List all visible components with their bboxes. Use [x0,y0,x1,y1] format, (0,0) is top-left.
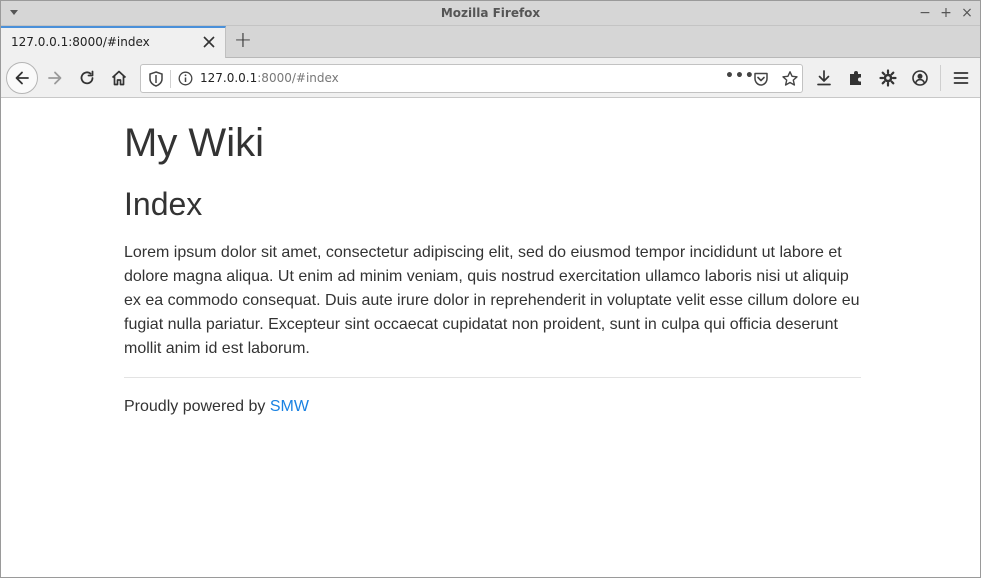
close-window-button[interactable]: × [958,4,976,22]
window-title: Mozilla Firefox [440,6,541,20]
info-icon[interactable] [178,71,193,90]
gear-icon [879,69,897,87]
reload-icon [80,70,94,85]
tab-label: 127.0.0.1:8000/#index [11,35,150,49]
tab-strip: 127.0.0.1:8000/#index + [1,26,980,58]
maximize-button[interactable]: + [937,4,955,22]
minimize-button[interactable]: − [916,4,934,22]
content-divider [124,377,861,378]
page-footer: Proudly powered by SMW [124,397,309,417]
extensions-button[interactable] [846,67,866,89]
hamburger-menu-icon [953,72,969,84]
page-heading: Index [124,186,203,222]
smw-link[interactable]: SMW [270,398,309,415]
page-body-text: Lorem ipsum dolor sit amet, consectetur … [124,244,860,357]
footer-text: Proudly powered by [124,398,270,415]
site-title: My Wiki [124,121,264,165]
more-dots-icon[interactable]: ••• [725,68,755,84]
browser-window: Mozilla Firefox − + × 127.0.0.1:8000/#in… [0,0,981,578]
account-button[interactable] [910,67,930,89]
page-viewport: My Wiki Index Lorem ipsum dolor sit amet… [2,99,980,577]
back-button[interactable] [6,62,38,94]
home-button[interactable] [104,63,134,93]
forward-arrow-icon [48,71,62,85]
new-tab-button[interactable]: + [232,29,254,53]
url-bar[interactable]: 127.0.0.1:8000/#index ••• [140,64,803,93]
title-bar: Mozilla Firefox − + × [1,1,980,26]
url-path: :8000/#index [257,71,339,85]
toolbar-separator [940,65,941,91]
back-arrow-icon [15,71,29,85]
puzzle-icon [850,71,861,85]
account-icon [912,70,928,86]
url-bar-divider [170,70,171,88]
download-icon [817,70,831,86]
home-icon [111,70,127,86]
reload-button[interactable] [72,63,102,93]
pocket-icon[interactable] [753,71,769,91]
downloads-button[interactable] [814,67,834,89]
url-text[interactable]: 127.0.0.1:8000/#index [200,71,339,85]
star-icon[interactable] [781,70,799,92]
app-menu-button[interactable] [951,67,971,89]
shield-icon[interactable] [149,71,163,91]
url-host: 127.0.0.1 [200,71,258,85]
tab-index[interactable]: 127.0.0.1:8000/#index [1,26,226,58]
navigation-toolbar: 127.0.0.1:8000/#index ••• [1,58,980,98]
settings-button[interactable] [878,67,898,89]
tab-close-icon[interactable] [200,32,218,52]
forward-button[interactable] [40,63,70,93]
